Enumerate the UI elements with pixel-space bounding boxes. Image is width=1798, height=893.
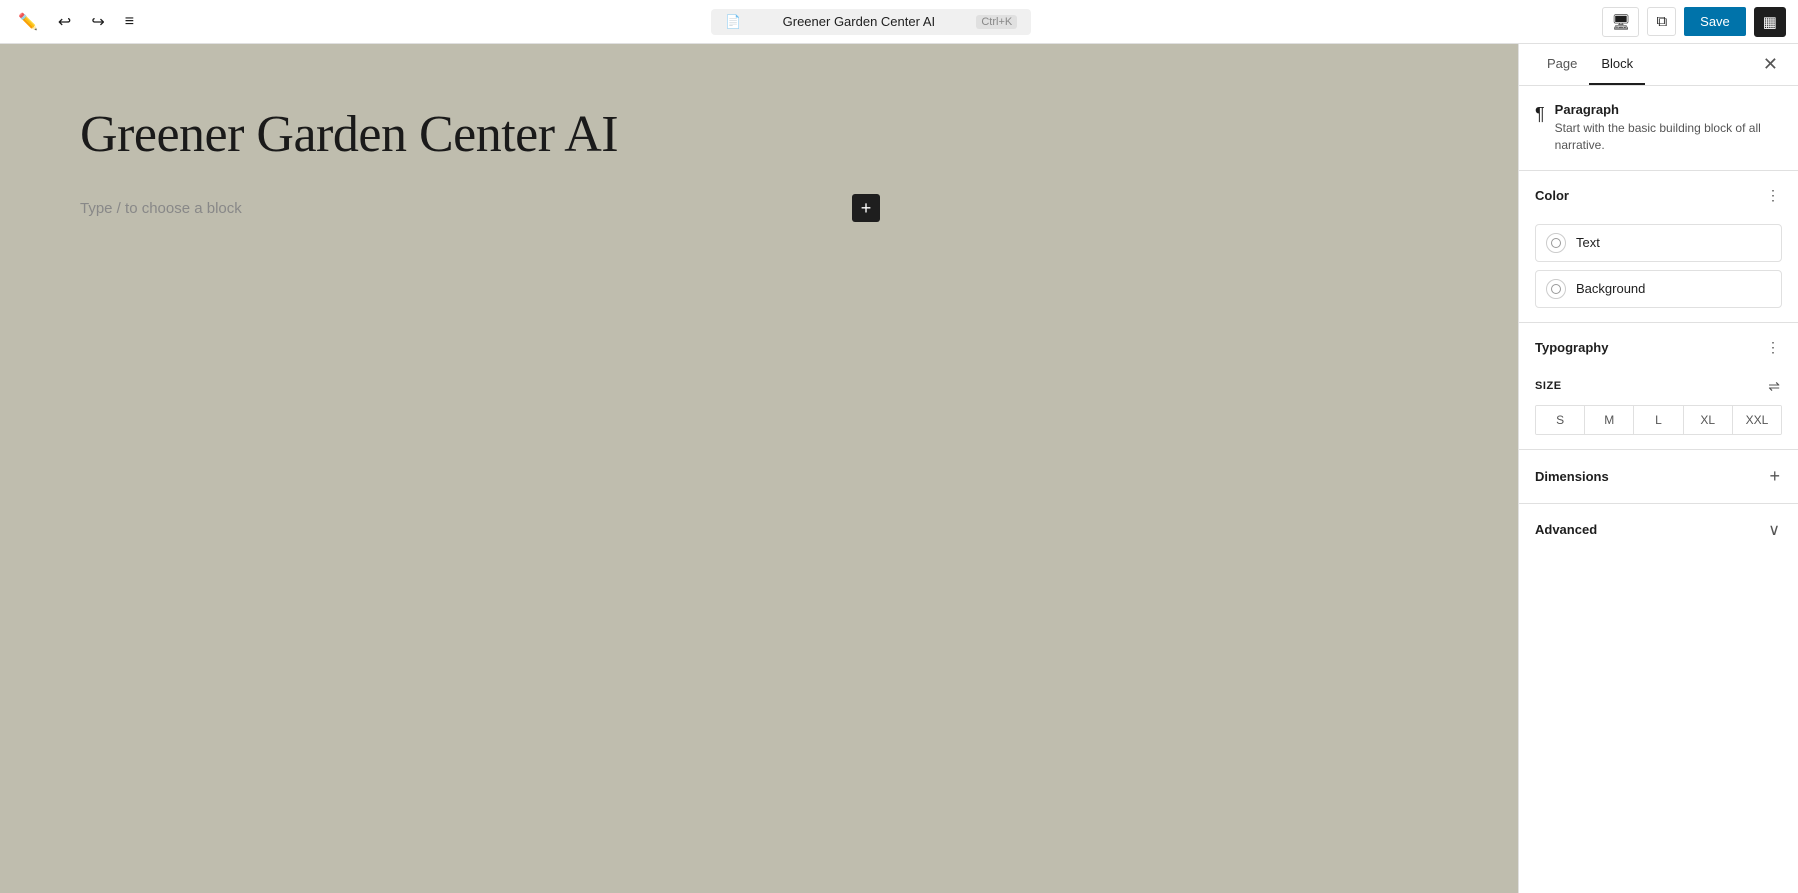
color-section-header[interactable]: Color ⋮ <box>1519 171 1798 220</box>
toolbar-center: 📄 Greener Garden Center AI Ctrl+K <box>711 9 1031 35</box>
typography-options-menu-button[interactable]: ⋮ <box>1764 337 1782 358</box>
size-m-button[interactable]: M <box>1585 406 1634 434</box>
background-color-circle <box>1546 279 1566 299</box>
dimensions-plus-icon: + <box>1769 466 1780 486</box>
color-options-list: Text Background <box>1519 220 1798 322</box>
background-color-label: Background <box>1576 281 1645 296</box>
sidebar-tab-bar: Page Block ✕ <box>1519 44 1798 86</box>
dimensions-section: Dimensions + <box>1519 450 1798 504</box>
advanced-label: Advanced <box>1535 522 1597 537</box>
sidebar-toggle-button[interactable]: ▦ <box>1754 7 1786 37</box>
background-color-option[interactable]: Background <box>1535 270 1782 308</box>
search-bar-label: Greener Garden Center AI <box>749 14 968 29</box>
size-label-row: SIZE ⇌ <box>1535 376 1782 397</box>
add-block-button[interactable]: + <box>852 194 880 222</box>
tab-page[interactable]: Page <box>1535 44 1589 85</box>
page-heading: Greener Garden Center AI <box>80 104 618 166</box>
three-dots-icon: ⋮ <box>1766 187 1780 203</box>
undo-button[interactable]: ↩ <box>52 8 77 36</box>
panel-icon: ▦ <box>1763 13 1777 31</box>
paragraph-block-icon: ¶ <box>1535 104 1545 125</box>
advanced-header[interactable]: Advanced ∨ <box>1519 504 1798 556</box>
close-sidebar-button[interactable]: ✕ <box>1759 46 1782 83</box>
advanced-section: Advanced ∨ <box>1519 504 1798 556</box>
desktop-view-button[interactable]: 🖥 <box>1602 7 1639 37</box>
color-section-label: Color <box>1535 188 1569 203</box>
redo-button[interactable]: ↪ <box>85 8 110 36</box>
redo-icon: ↪ <box>91 12 104 32</box>
text-color-inner <box>1551 238 1561 248</box>
text-color-circle <box>1546 233 1566 253</box>
sliders-icon: ⇌ <box>1768 378 1780 394</box>
desktop-icon: 🖥 <box>1611 13 1630 31</box>
size-l-button[interactable]: L <box>1634 406 1683 434</box>
tab-block[interactable]: Block <box>1589 44 1645 85</box>
typography-section-header[interactable]: Typography ⋮ <box>1519 323 1798 372</box>
document-icon: 📄 <box>725 14 741 30</box>
toolbar: ✏️ ↩ ↪ ≡ 📄 Greener Garden Center AI Ctrl… <box>0 0 1798 44</box>
toolbar-left: ✏️ ↩ ↪ ≡ <box>12 8 140 36</box>
size-xl-button[interactable]: XL <box>1684 406 1733 434</box>
undo-icon: ↩ <box>58 12 71 32</box>
advanced-chevron-button[interactable]: ∨ <box>1766 518 1782 542</box>
text-color-label: Text <box>1576 235 1600 250</box>
chevron-down-icon: ∨ <box>1768 522 1780 539</box>
size-options-row: S M L XL XXL <box>1535 405 1782 435</box>
size-controls: SIZE ⇌ S M L XL <box>1519 372 1798 449</box>
save-button[interactable]: Save <box>1684 7 1746 36</box>
placeholder-label: Type / to choose a block <box>80 200 836 217</box>
plus-icon: + <box>861 199 872 217</box>
block-name-label: Paragraph <box>1555 102 1782 117</box>
color-section: Color ⋮ Text Background <box>1519 171 1798 323</box>
size-s-button[interactable]: S <box>1536 406 1585 434</box>
dimensions-add-button[interactable]: + <box>1767 464 1782 489</box>
text-color-option[interactable]: Text <box>1535 224 1782 262</box>
background-color-inner <box>1551 284 1561 294</box>
canvas[interactable]: Greener Garden Center AI Type / to choos… <box>0 44 1518 893</box>
main-area: Greener Garden Center AI Type / to choos… <box>0 44 1798 893</box>
size-xxl-button[interactable]: XXL <box>1733 406 1781 434</box>
color-options-menu-button[interactable]: ⋮ <box>1764 185 1782 206</box>
block-metadata: Paragraph Start with the basic building … <box>1555 102 1782 154</box>
pencil-icon: ✏️ <box>18 12 38 32</box>
shortcut-badge: Ctrl+K <box>976 15 1017 29</box>
block-placeholder: Type / to choose a block + <box>80 194 880 222</box>
dimensions-header[interactable]: Dimensions + <box>1519 450 1798 503</box>
typography-three-dots-icon: ⋮ <box>1766 339 1780 355</box>
size-adjust-button[interactable]: ⇌ <box>1766 376 1782 397</box>
toolbar-right: 🖥 ⧉ Save ▦ <box>1602 7 1786 37</box>
command-search-button[interactable]: 📄 Greener Garden Center AI Ctrl+K <box>711 9 1031 35</box>
edit-tool-button[interactable]: ✏️ <box>12 8 44 36</box>
block-description: Start with the basic building block of a… <box>1555 120 1782 154</box>
dimensions-label: Dimensions <box>1535 469 1609 484</box>
size-label: SIZE <box>1535 380 1562 392</box>
right-sidebar: Page Block ✕ ¶ Paragraph Start with the … <box>1518 44 1798 893</box>
external-link-icon: ⧉ <box>1656 13 1667 30</box>
typography-section: Typography ⋮ SIZE ⇌ S M <box>1519 323 1798 450</box>
typography-section-label: Typography <box>1535 340 1608 355</box>
external-preview-button[interactable]: ⧉ <box>1647 7 1676 36</box>
list-icon: ≡ <box>125 13 134 31</box>
list-view-button[interactable]: ≡ <box>119 9 140 35</box>
block-info-panel: ¶ Paragraph Start with the basic buildin… <box>1519 86 1798 171</box>
